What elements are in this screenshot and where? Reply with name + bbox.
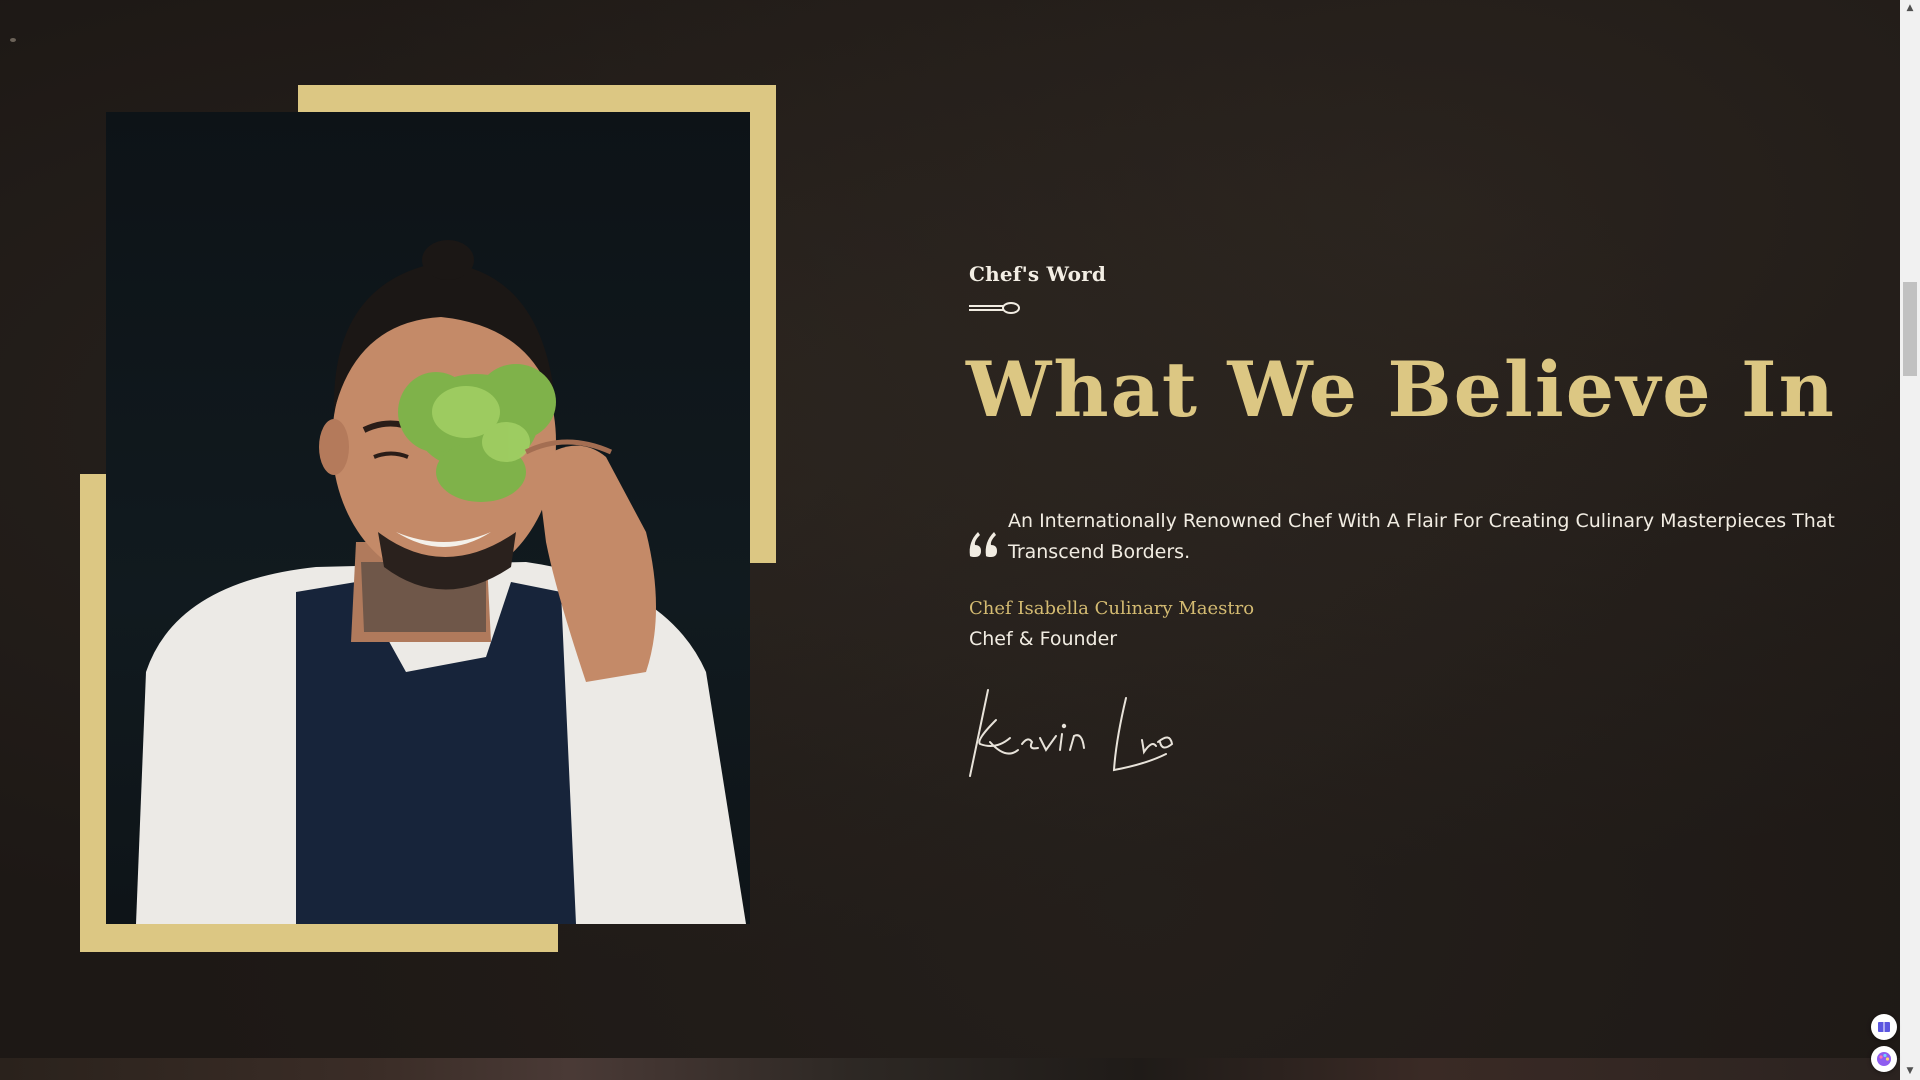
author-name: Chef Isabella Culinary Maestro [969,598,1255,619]
author-role: Chef & Founder [969,628,1118,650]
palette-icon[interactable] [1871,1046,1897,1072]
chef-word-section: Chef's Word What We Believe In An Intern… [0,0,1900,1058]
page-scrollbar[interactable]: ▲ ▼ [1900,0,1920,1080]
spoon-divider-icon [969,300,1021,319]
quote-icon [968,530,1000,562]
signature [966,680,1206,784]
scrollbar-thumb[interactable] [1903,282,1917,376]
page-title: What We Believe In [966,345,1836,434]
chef-photo [106,112,750,924]
next-section-preview [0,1058,1900,1080]
arrow-down-icon[interactable]: ▼ [1900,1063,1920,1080]
background-speck [10,38,16,42]
chef-quote: An Internationally Renowned Chef With A … [1008,510,1835,563]
arrow-up-icon[interactable]: ▲ [1900,0,1920,17]
section-eyebrow: Chef's Word [969,262,1107,286]
book-icon[interactable] [1871,1014,1897,1040]
signature-image [969,689,1174,777]
